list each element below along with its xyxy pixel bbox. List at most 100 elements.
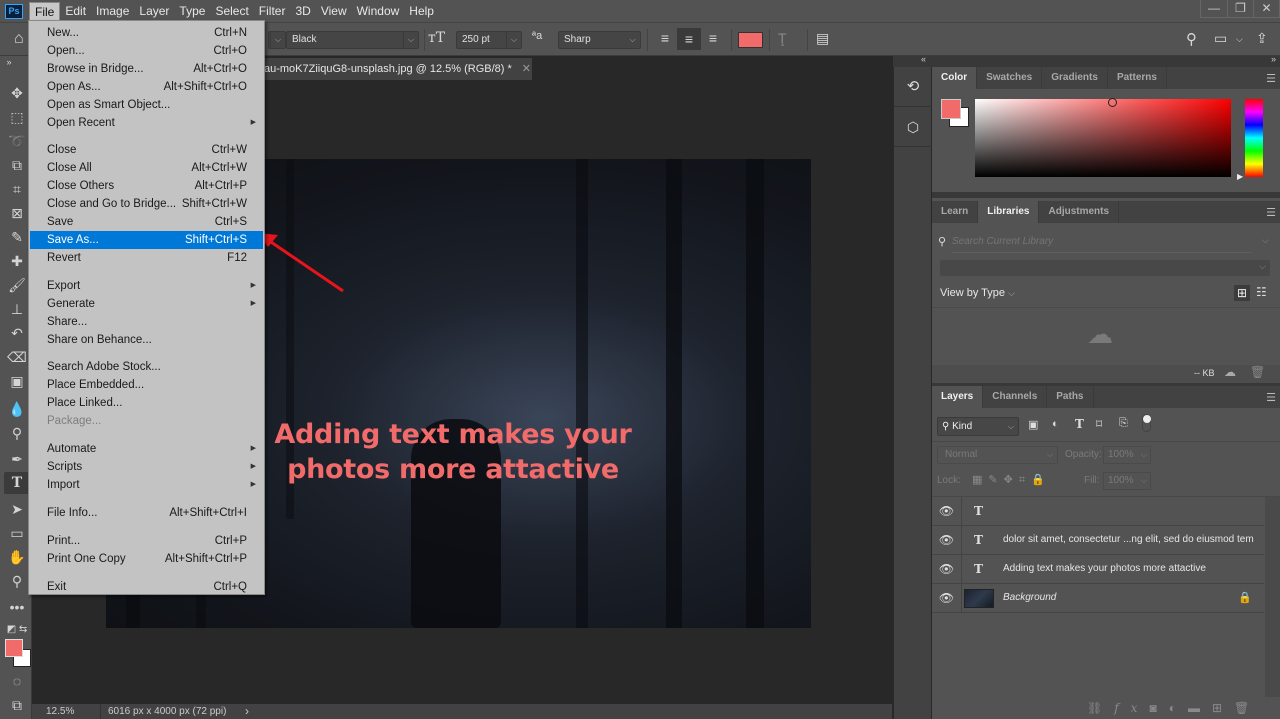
file-menu-item[interactable]: Close All Alt+Ctrl+W	[30, 159, 263, 177]
font-size-select[interactable]: 250 pt ⌵	[456, 31, 522, 49]
cloud-sync-icon[interactable]: ☁	[1224, 365, 1236, 379]
home-icon[interactable]: ⌂	[14, 30, 24, 48]
healing-brush-tool-icon[interactable]: ✚	[4, 250, 30, 272]
close-tab-icon[interactable]: ✕	[522, 63, 531, 75]
file-menu-item[interactable]: New... Ctrl+N	[30, 24, 263, 42]
filter-type-icon[interactable]: T	[1075, 417, 1084, 431]
file-menu-item[interactable]: Close and Go to Bridge... Shift+Ctrl+W	[30, 195, 263, 213]
tab-paths[interactable]: Paths	[1047, 386, 1094, 408]
rectangle-tool-icon[interactable]: ▭	[4, 522, 30, 544]
expand-icon[interactable]: »	[2, 56, 16, 68]
menu-edit[interactable]: Edit	[60, 2, 91, 21]
menu-help[interactable]: Help	[404, 2, 439, 21]
file-menu-item[interactable]: Browse in Bridge... Alt+Ctrl+O	[30, 60, 263, 78]
filter-toggle[interactable]	[1142, 414, 1151, 432]
view-by-type-select[interactable]: View by Type ⌵	[940, 287, 1015, 299]
delete-layer-icon[interactable]: 🗑	[1234, 701, 1261, 715]
history-brush-tool-icon[interactable]: ↶	[4, 322, 30, 344]
filter-pixel-icon[interactable]: ▣	[1028, 418, 1038, 431]
blend-mode-select[interactable]: Normal ⌵	[937, 446, 1058, 464]
menu-3d[interactable]: 3D	[290, 2, 315, 21]
file-menu-item[interactable]: Place Linked...	[30, 394, 263, 412]
align-right-button[interactable]: ≡	[704, 30, 722, 46]
hue-slider-handle[interactable]: ▶	[1237, 172, 1243, 181]
tab-swatches[interactable]: Swatches	[977, 67, 1043, 89]
search-icon[interactable]: ⚲	[1186, 30, 1197, 48]
move-tool-icon[interactable]: ✥	[4, 82, 30, 104]
layer-row[interactable]: 👁 T Adding text makes your photos more att…	[932, 555, 1264, 584]
file-menu-item[interactable]: Place Embedded...	[30, 376, 263, 394]
lasso-tool-icon[interactable]: ➰	[4, 130, 30, 152]
file-menu-item[interactable]: Print One Copy Alt+Shift+Ctrl+P	[30, 550, 263, 568]
eyedropper-tool-icon[interactable]: ✎	[4, 226, 30, 248]
history-panel-icon[interactable]: ⟲	[894, 67, 932, 107]
more-tools-icon[interactable]: •••	[4, 596, 30, 618]
object-selection-tool-icon[interactable]: ⧉	[4, 154, 30, 176]
lock-icons[interactable]: ▦✎✥⌗🔒	[972, 473, 1051, 487]
link-layers-icon[interactable]: ⛓	[1087, 701, 1114, 715]
color-picker-cursor[interactable]	[1108, 98, 1117, 107]
file-menu-item[interactable]: Generate ▶	[30, 295, 263, 313]
panel-menu-icon[interactable]: ☰	[1266, 391, 1276, 404]
share-icon[interactable]: ⇪	[1256, 30, 1268, 47]
quick-mask-icon[interactable]: ◌	[4, 670, 30, 692]
layer-row[interactable]: 👁 T	[932, 497, 1264, 526]
new-group-icon[interactable]: ▬	[1188, 701, 1212, 715]
default-colors-icon[interactable]: ◩ ⇆	[4, 619, 30, 641]
tab-adjustments[interactable]: Adjustments	[1039, 201, 1120, 223]
panel-menu-icon[interactable]: ☰	[1266, 206, 1276, 219]
file-menu-item[interactable]: Automate ▶	[30, 440, 263, 458]
hand-tool-icon[interactable]: ✋	[4, 546, 30, 568]
brush-tool-icon[interactable]: 🖌	[4, 274, 30, 296]
filter-shape-icon[interactable]: ⌑	[1096, 417, 1102, 431]
expand-icon[interactable]: »	[1271, 54, 1276, 64]
chevron-down-icon[interactable]: ⌵	[1236, 34, 1243, 45]
visibility-eye-icon[interactable]: 👁	[932, 584, 962, 612]
pen-tool-icon[interactable]: ✒	[4, 448, 30, 470]
path-selection-tool-icon[interactable]: ➤	[4, 498, 30, 520]
menu-filter[interactable]: Filter	[254, 2, 291, 21]
file-menu-item[interactable]: Exit Ctrl+Q	[30, 578, 263, 596]
file-menu-item[interactable]: Revert F12	[30, 249, 263, 267]
list-view-icon[interactable]: ☷	[1256, 285, 1267, 299]
screen-mode-icon[interactable]: ⧉	[4, 694, 30, 716]
grid-view-icon[interactable]: ⊞	[1234, 285, 1250, 301]
menu-layer[interactable]: Layer	[134, 2, 174, 21]
anti-alias-select[interactable]: Sharp ⌵	[558, 31, 641, 49]
character-panel-icon[interactable]: ▤	[816, 30, 829, 47]
filter-adjustment-icon[interactable]: ◐	[1052, 418, 1059, 430]
filter-smart-object-icon[interactable]: ⎘	[1119, 417, 1128, 430]
layer-row[interactable]: 👁 Background 🔒	[932, 584, 1264, 613]
tab-learn[interactable]: Learn	[932, 201, 979, 223]
text-color-swatch[interactable]	[738, 32, 763, 48]
foreground-color-chip[interactable]	[941, 99, 961, 119]
panel-menu-icon[interactable]: ☰	[1266, 72, 1276, 85]
warp-text-icon[interactable]: Ţ	[778, 30, 787, 46]
collapse-icon[interactable]: «	[921, 54, 926, 64]
zoom-level[interactable]: 12.5%	[46, 704, 74, 719]
align-center-button[interactable]: ≡	[677, 28, 701, 50]
file-menu-item[interactable]: Scripts ▶	[30, 458, 263, 476]
file-menu-item[interactable]: Close Others Alt+Ctrl+P	[30, 177, 263, 195]
font-style-select[interactable]: Black ⌵	[286, 31, 419, 49]
align-left-button[interactable]: ≡	[656, 30, 674, 46]
tab-layers[interactable]: Layers	[932, 386, 984, 408]
restore-button[interactable]: ❐	[1227, 0, 1253, 17]
file-menu-item[interactable]: Save Ctrl+S	[30, 213, 263, 231]
hue-slider[interactable]	[1245, 99, 1263, 177]
visibility-eye-icon[interactable]: 👁	[932, 555, 962, 583]
close-button[interactable]: ✕	[1253, 0, 1279, 17]
tab-gradients[interactable]: Gradients	[1042, 67, 1108, 89]
layer-filter-kind-select[interactable]: ⚲ Kind ⌵	[937, 417, 1019, 436]
fx-icon[interactable]: fx	[1114, 701, 1149, 715]
menu-image[interactable]: Image	[91, 2, 134, 21]
dodge-tool-icon[interactable]: ⚲	[4, 422, 30, 444]
layer-row[interactable]: 👁 Tdolor sit amet, consectetur ...ng elit…	[932, 526, 1264, 555]
menu-view[interactable]: View	[316, 2, 352, 21]
file-menu-item[interactable]: Close Ctrl+W	[30, 141, 263, 159]
file-menu-item[interactable]: Open Recent ▶	[30, 114, 263, 132]
menu-type[interactable]: Type	[174, 2, 210, 21]
foreground-color-swatch[interactable]	[5, 639, 23, 657]
library-select[interactable]: ⌵	[940, 260, 1270, 276]
tab-channels[interactable]: Channels	[983, 386, 1048, 408]
